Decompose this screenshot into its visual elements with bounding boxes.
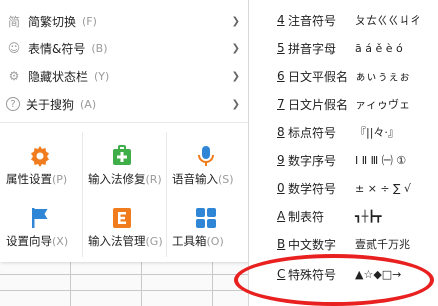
tool-label: 工具箱 bbox=[172, 234, 207, 248]
tool-label: 语音输入 bbox=[172, 172, 218, 186]
submenu-item-label: 日文平假名 bbox=[288, 69, 349, 84]
tool-shortcut: (R) bbox=[145, 173, 162, 186]
tool-shortcut: (O) bbox=[206, 235, 224, 248]
manager-icon bbox=[113, 208, 131, 228]
tool-settings-button[interactable]: 属性设置(P) bbox=[0, 138, 82, 194]
microphone-icon bbox=[198, 146, 214, 166]
menu-item-label: 表情&符号 bbox=[28, 41, 86, 56]
tool-shortcut: (G) bbox=[145, 235, 163, 248]
submenu-item-sample: ┓┼┣┳ bbox=[355, 209, 382, 223]
submenu-item-sample: ㄆㄊㄍㄍㄐㄔ bbox=[355, 14, 421, 27]
tool-label: 输入法修复 bbox=[88, 172, 146, 186]
chevron-right-icon: ❯ bbox=[231, 15, 240, 27]
submenu-item-label: 标点符号 bbox=[288, 125, 337, 140]
submenu-item-label: 注音符号 bbox=[288, 13, 337, 28]
tool-shortcut: (X) bbox=[52, 235, 69, 248]
submenu-item-punctuation[interactable]: 8 标点符号 『||々·』 bbox=[249, 120, 438, 144]
submenu-item-number: A bbox=[277, 209, 286, 223]
submenu-item-hiragana[interactable]: 6 日文平假名 ぁぃぅぇぉ bbox=[249, 64, 438, 88]
submenu-item-sample: ± × ÷ ∑ √ bbox=[355, 181, 412, 195]
repair-kit-icon bbox=[113, 145, 131, 165]
menu-item-label: 关于搜狗 bbox=[26, 97, 75, 112]
tool-toolbox-button[interactable]: 工具箱(O) bbox=[166, 200, 248, 256]
submenu-item-number: 0 bbox=[277, 181, 285, 195]
context-menu: 简 简繁切换 (F) ❯ ☺ 表情&符号 (B) ❯ ⚙ 隐藏状态栏 (Y) ❯… bbox=[0, 0, 249, 262]
tool-label: 输入法管理 bbox=[88, 234, 146, 248]
question-icon: ? bbox=[6, 97, 20, 111]
submenu-item-math[interactable]: 0 数学符号 ± × ÷ ∑ √ bbox=[249, 176, 438, 200]
submenu-item-label: 拼音字母 bbox=[288, 41, 337, 56]
menu-item-hide-statusbar[interactable]: ⚙ 隐藏状态栏 (Y) ❯ bbox=[0, 63, 248, 89]
tool-label: 设置向导 bbox=[6, 234, 52, 248]
menu-item-traditional-simplified[interactable]: 简 简繁切换 (F) ❯ bbox=[0, 8, 248, 34]
menu-item-emoji-symbols[interactable]: ☺ 表情&符号 (B) ❯ bbox=[0, 35, 248, 61]
submenu-item-label: 日文片假名 bbox=[288, 97, 349, 112]
submenu-item-sample: Ⅰ Ⅱ Ⅲ ㈠ ① bbox=[355, 154, 407, 167]
submenu-item-number: 5 bbox=[277, 41, 285, 55]
submenu-item-numerals[interactable]: 9 数字序号 Ⅰ Ⅱ Ⅲ ㈠ ① bbox=[249, 148, 438, 172]
submenu-item-number: 6 bbox=[277, 69, 285, 83]
menu-item-label: 隐藏状态栏 bbox=[28, 69, 89, 84]
submenu-item-number: 7 bbox=[277, 97, 285, 111]
flag-icon bbox=[32, 208, 48, 228]
chevron-right-icon: ❯ bbox=[231, 98, 240, 110]
submenu-item-katakana[interactable]: 7 日文片假名 ァィゥヴェ bbox=[249, 92, 438, 116]
submenu-item-chinese-numerals[interactable]: B 中文数字 壹贰千万兆 bbox=[249, 232, 438, 256]
menu-item-shortcut: (B) bbox=[91, 41, 108, 55]
chevron-right-icon: ❯ bbox=[231, 42, 240, 54]
toggle-icon: ⚙ bbox=[8, 69, 20, 83]
submenu-item-box-drawing[interactable]: A 制表符 ┓┼┣┳ bbox=[249, 204, 438, 228]
tool-shortcut: (S) bbox=[218, 173, 234, 186]
smiley-icon: ☺ bbox=[7, 41, 21, 55]
submenu-item-zhuyin[interactable]: 4 注音符号 ㄆㄊㄍㄍㄐㄔ bbox=[249, 8, 438, 32]
menu-item-shortcut: (F) bbox=[82, 14, 97, 28]
menu-item-about[interactable]: ? 关于搜狗 (A) ❯ bbox=[0, 91, 248, 117]
submenu-item-number: 8 bbox=[277, 125, 285, 139]
chevron-right-icon: ❯ bbox=[231, 70, 240, 82]
tool-manager-button[interactable]: 输入法管理(G) bbox=[82, 200, 164, 256]
gear-icon bbox=[31, 146, 49, 167]
submenu-item-label: 数字序号 bbox=[288, 153, 337, 168]
highlight-annotation bbox=[234, 254, 434, 306]
menu-item-shortcut: (Y) bbox=[94, 69, 110, 83]
submenu-item-label: 中文数字 bbox=[288, 237, 337, 252]
spreadsheet-grid bbox=[0, 256, 260, 306]
tool-shortcut: (P) bbox=[52, 173, 68, 186]
tool-label: 属性设置 bbox=[6, 172, 52, 186]
submenu-item-number: 9 bbox=[277, 153, 285, 167]
toolbox-icon bbox=[196, 208, 216, 228]
divider bbox=[0, 122, 248, 123]
tool-repair-button[interactable]: 输入法修复(R) bbox=[82, 138, 164, 194]
submenu-item-sample: ァィゥヴェ bbox=[355, 98, 410, 111]
menu-item-shortcut: (A) bbox=[80, 97, 97, 111]
menu-item-label: 简繁切换 bbox=[28, 14, 77, 29]
tool-voice-button[interactable]: 语音输入(S) bbox=[166, 138, 248, 194]
submenu-item-sample: ぁぃぅぇぉ bbox=[355, 70, 410, 83]
submenu-item-sample: 壹贰千万兆 bbox=[355, 238, 410, 251]
submenu-item-sample: ā á ě è ó bbox=[355, 41, 403, 55]
submenu-item-number: 4 bbox=[277, 13, 285, 27]
submenu-item-sample: 『||々·』 bbox=[355, 126, 399, 139]
submenu-item-number: B bbox=[277, 237, 286, 251]
submenu-item-label: 制表符 bbox=[288, 209, 325, 224]
submenu-item-label: 数学符号 bbox=[288, 181, 337, 196]
submenu-item-pinyin[interactable]: 5 拼音字母 ā á ě è ó bbox=[249, 36, 438, 60]
tool-wizard-button[interactable]: 设置向导(X) bbox=[0, 200, 82, 256]
traditional-char-icon: 简 bbox=[7, 14, 20, 29]
